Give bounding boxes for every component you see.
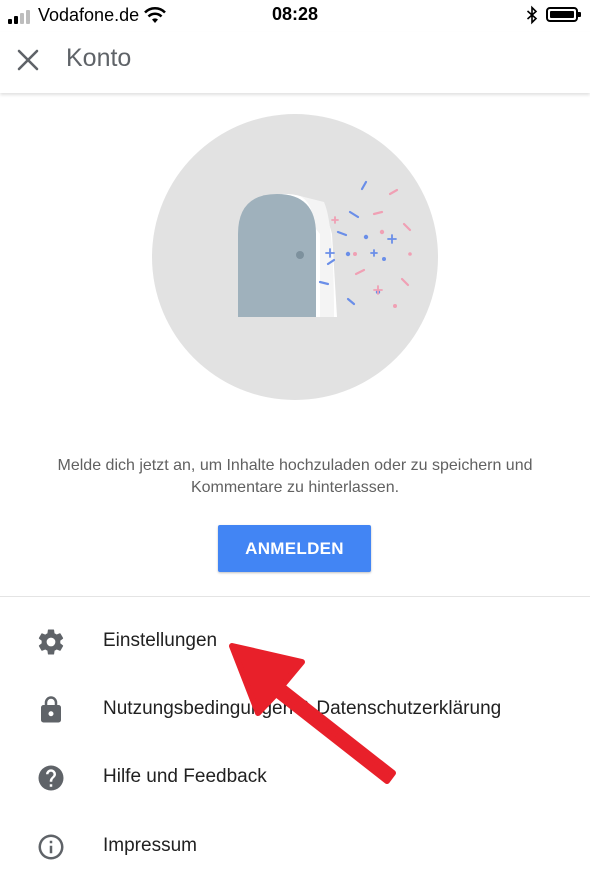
gear-icon <box>38 629 64 655</box>
app-bar: Konto <box>0 32 590 93</box>
menu-item-terms-privacy[interactable]: Nutzungsbedingungen & Datenschutzerkläru… <box>0 677 590 741</box>
menu-item-help-feedback[interactable]: Hilfe und Feedback <box>0 745 590 809</box>
menu-item-settings[interactable]: Einstellungen <box>0 609 590 673</box>
info-icon <box>38 834 64 860</box>
clock: 08:28 <box>271 4 319 24</box>
lock-icon <box>41 696 61 723</box>
sign-in-prompt: Melde dich jetzt an, um Inhalte hochzula… <box>57 457 533 496</box>
menu-label: Impressum <box>103 835 197 856</box>
menu-label: Hilfe und Feedback <box>103 766 267 787</box>
menu-label: Einstellungen <box>103 630 218 651</box>
bluetooth-icon <box>526 5 538 25</box>
sign-in-illustration <box>152 114 438 400</box>
close-icon[interactable] <box>10 42 46 78</box>
battery-icon <box>546 7 581 22</box>
status-bar: Vodafone.de 08:28 <box>0 0 590 32</box>
menu-label: Nutzungsbedingungen & Datenschutzerkläru… <box>103 698 502 719</box>
sign-in-button[interactable]: ANMELDEN <box>218 525 371 572</box>
divider <box>0 596 590 597</box>
page-title: Konto <box>66 44 132 72</box>
door-knob <box>296 251 304 259</box>
door-shape <box>238 194 316 317</box>
menu-item-imprint[interactable]: Impressum <box>0 814 590 878</box>
help-icon <box>38 765 64 791</box>
